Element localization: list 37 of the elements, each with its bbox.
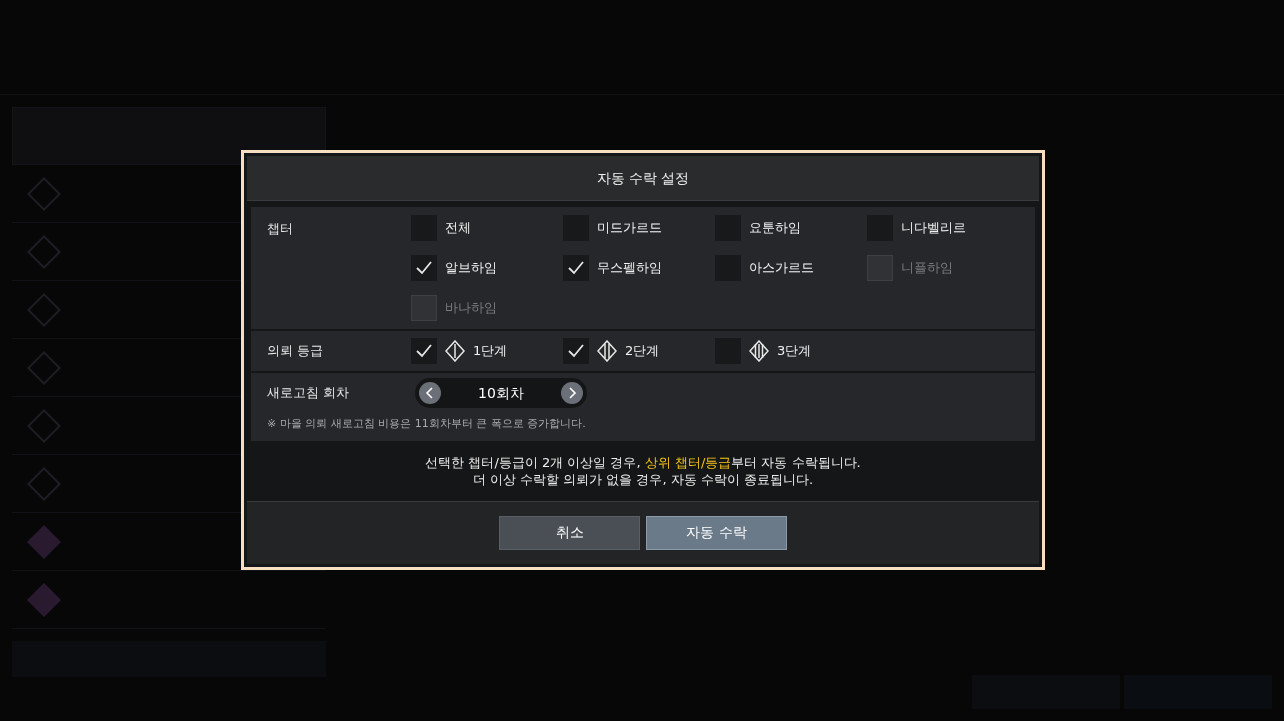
checkbox[interactable] xyxy=(563,338,589,364)
row-label: 새로고침 회차 xyxy=(267,384,351,403)
dialog-title: 자동 수락 설정 xyxy=(247,156,1039,201)
refresh-note: ※ 마을 의뢰 새로고침 비용은 11회차부터 큰 폭으로 증가합니다. xyxy=(267,416,587,432)
diamond-icon xyxy=(445,340,465,362)
checkbox-label: 알브하임 xyxy=(445,259,497,278)
checkbox-label: 무스펠하임 xyxy=(597,259,662,278)
chevron-right-icon xyxy=(567,387,577,399)
checkbox[interactable] xyxy=(563,255,589,281)
row-label: 의뢰 등급 xyxy=(267,342,325,361)
chevron-left-icon xyxy=(425,387,435,399)
checkbox-label: 3단계 xyxy=(777,342,812,361)
confirm-button[interactable]: 자동 수락 xyxy=(646,515,787,550)
checkbox-label: 니플하임 xyxy=(901,259,953,278)
info-message: 선택한 챕터/등급이 2개 이상일 경우, 상위 챕터/등급부터 자동 수락됩니다. xyxy=(425,453,861,471)
diamond-icon xyxy=(597,340,617,362)
info-message: 더 이상 수락할 의뢰가 없을 경우, 자동 수락이 종료됩니다. xyxy=(472,470,814,488)
cancel-button[interactable]: 취소 xyxy=(499,515,640,550)
checkbox-label: 바나하임 xyxy=(445,299,497,318)
check-icon xyxy=(567,342,585,360)
check-icon xyxy=(567,259,585,277)
checkbox-label: 전체 xyxy=(445,219,471,238)
round-value: 10회차 xyxy=(478,383,524,403)
checkbox-label: 2단계 xyxy=(625,342,660,361)
checkbox[interactable] xyxy=(411,338,437,364)
next-button[interactable] xyxy=(561,382,583,404)
previous-button[interactable] xyxy=(419,382,441,404)
checkbox-label: 요툰하임 xyxy=(749,219,801,238)
checkbox-label: 1단계 xyxy=(473,342,508,361)
checkbox-label: 니다벨리르 xyxy=(901,219,966,238)
checkbox-label: 아스가르드 xyxy=(749,259,814,278)
check-icon xyxy=(415,259,433,277)
check-icon xyxy=(415,342,433,360)
row-label: 챕터 xyxy=(267,220,294,238)
checkbox-label: 미드가르드 xyxy=(597,219,662,238)
diamond-icon xyxy=(749,340,769,362)
checkbox[interactable] xyxy=(411,255,437,281)
